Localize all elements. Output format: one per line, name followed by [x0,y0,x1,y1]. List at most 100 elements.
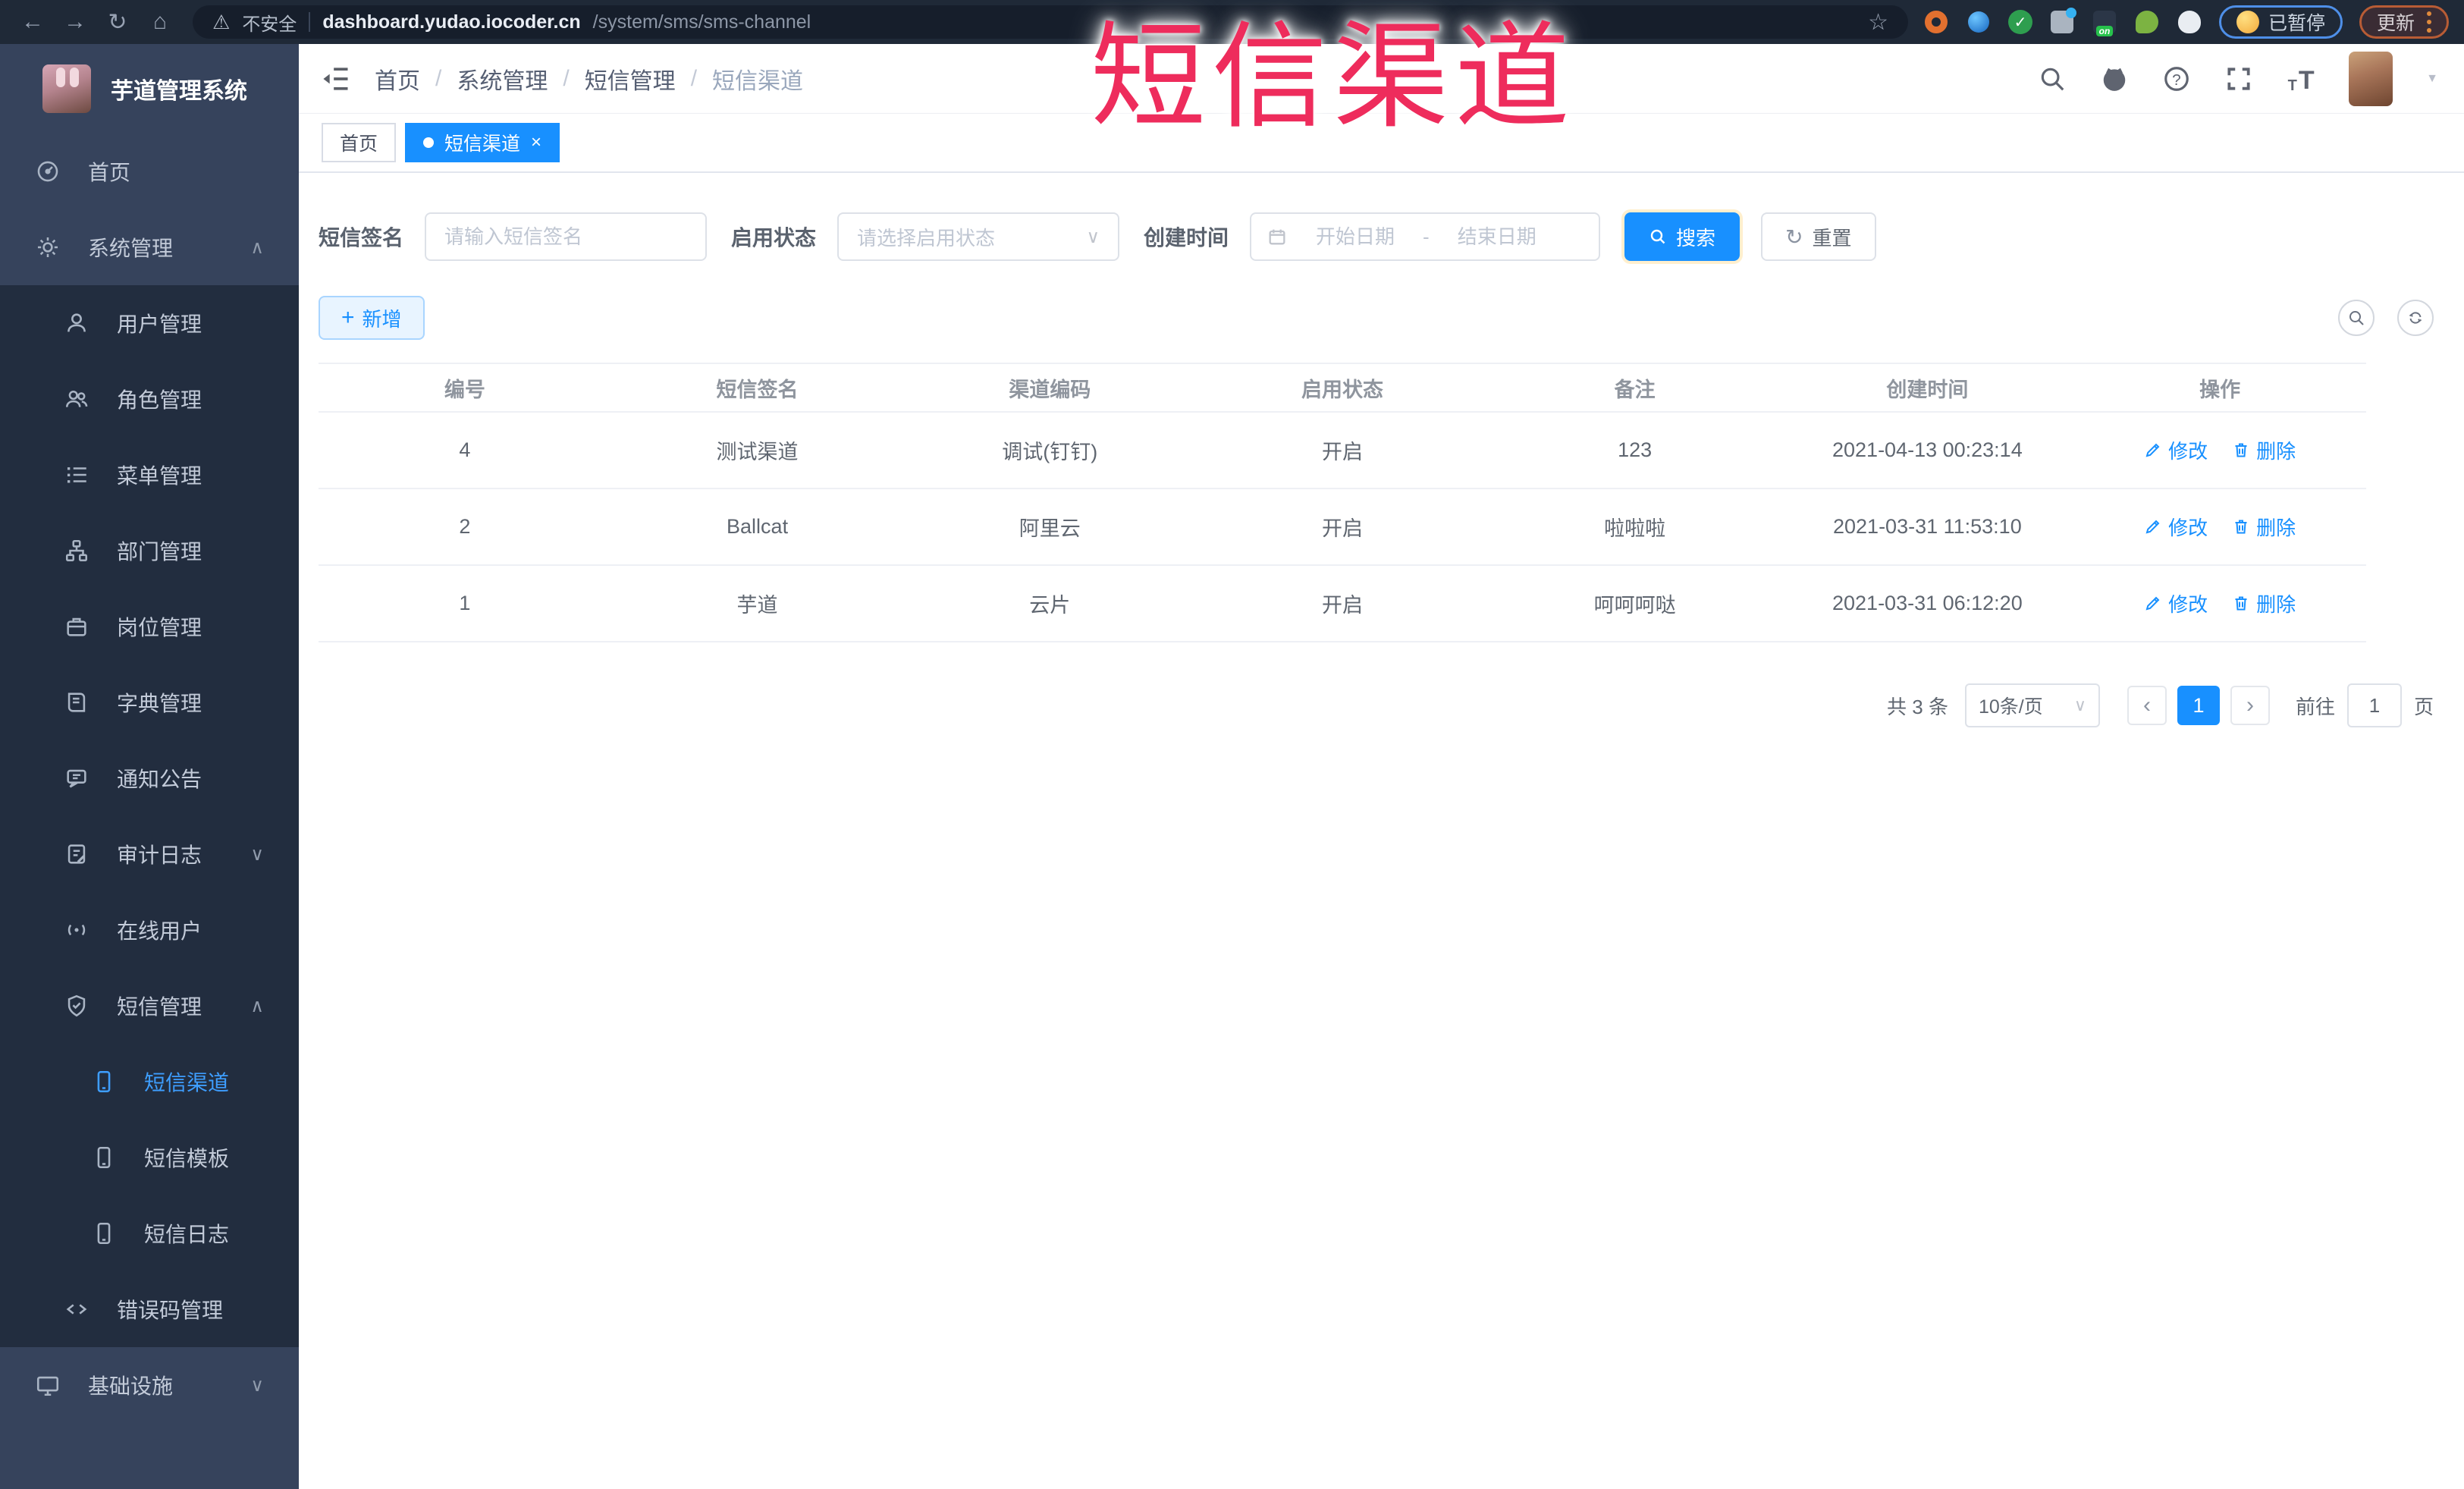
refresh-table-button[interactable] [2397,300,2434,336]
search-button[interactable]: 搜索 [1624,212,1740,261]
log-icon [64,841,94,867]
status-label: 启用状态 [731,226,817,250]
toggle-search-button[interactable] [2338,300,2375,336]
sidebar-item[interactable]: 首页 [0,134,299,209]
extension-icon-leaf[interactable] [2134,9,2160,35]
edit-link[interactable]: 修改 [2144,436,2208,464]
table-cell-code: 调试(钉钉) [903,412,1197,489]
sidebar-item[interactable]: 短信管理 ∧ [0,968,299,1044]
table-cell-created: 2021-04-13 00:23:14 [1781,412,2074,489]
online-icon [64,917,94,943]
sidebar-collapse-icon[interactable] [319,62,352,96]
security-label[interactable]: 不安全 [242,9,297,36]
delete-link[interactable]: 删除 [2232,436,2296,464]
prev-page-button[interactable]: ‹ [2127,686,2167,725]
sidebar-item[interactable]: 基础设施 ∨ [0,1347,299,1423]
bookmark-star-icon[interactable]: ☆ [1868,9,1888,36]
column-header: 渠道编码 [903,363,1197,413]
help-icon[interactable]: ? [2162,64,2191,93]
url-host: dashboard.yudao.iocoder.cn [322,11,581,33]
page-number-1[interactable]: 1 [2177,686,2220,725]
sidebar-item[interactable]: 错误码管理 [0,1271,299,1347]
sidebar-item-label: 用户管理 [117,313,202,336]
extension-icon-check[interactable]: ✓ [2007,10,2032,34]
breadcrumb-home[interactable]: 首页 [375,62,420,96]
sidebar-item[interactable]: 系统管理 ∧ [0,209,299,285]
browser-extensions: ✓ on 已暂停 更新 [1923,5,2449,39]
fullscreen-icon[interactable] [2224,64,2253,93]
date-range-picker[interactable]: - [1250,212,1601,261]
sidebar-item[interactable]: 短信日志 [0,1195,299,1271]
reset-button[interactable]: ↻ 重置 [1761,212,1876,261]
extension-icon-people[interactable] [2049,9,2075,35]
add-button[interactable]: + 新增 [319,296,425,340]
avatar-dropdown-icon[interactable]: ▼ [2426,72,2438,86]
paused-label: 已暂停 [2268,13,2325,34]
dashboard-icon [35,159,65,184]
sidebar-item[interactable]: 角色管理 [0,361,299,437]
breadcrumb-sms[interactable]: 短信管理 [585,62,676,96]
browser-update-button[interactable]: 更新 [2359,5,2449,39]
tab-sms-channel[interactable]: 短信渠道 × [405,123,560,162]
extension-icon-orange[interactable] [1923,9,1949,35]
date-start-input[interactable] [1298,225,1413,249]
plus-icon: + [341,305,355,330]
delete-link[interactable]: 删除 [2232,589,2296,617]
table-cell-actions: 修改 删除 [2073,412,2366,489]
sidebar-item[interactable]: 用户管理 [0,285,299,361]
next-page-button[interactable]: › [2230,686,2270,725]
column-header: 备注 [1488,363,1781,413]
app-logo-row[interactable]: 芋道管理系统 [0,44,299,134]
chevron-down-icon: ∨ [250,843,264,865]
sidebar-item[interactable]: 通知公告 [0,740,299,816]
user-avatar[interactable] [2349,51,2393,106]
browser-back-button[interactable]: ← [15,5,50,39]
browser-forward-button[interactable]: → [58,5,93,39]
sidebar-item-label: 通知公告 [117,768,202,791]
column-header: 操作 [2073,363,2366,413]
sidebar-item[interactable]: 在线用户 [0,892,299,968]
sign-input[interactable] [425,212,708,261]
sidebar-item[interactable]: 部门管理 [0,513,299,589]
sidebar-item[interactable]: 菜单管理 [0,437,299,513]
sidebar-item[interactable]: 审计日志 ∨ [0,816,299,892]
edit-link[interactable]: 修改 [2144,589,2208,617]
svg-text:?: ? [2172,71,2180,88]
book-icon [64,690,94,715]
browser-home-button[interactable]: ⌂ [143,5,177,39]
sidebar-item-label: 短信渠道 [144,1071,230,1095]
search-icon[interactable] [2038,64,2067,93]
table-cell-sign: 测试渠道 [611,412,904,489]
table-cell-sign: Ballcat [611,488,904,566]
sidebar-item[interactable]: 字典管理 [0,664,299,740]
tab-home[interactable]: 首页 [322,123,397,162]
tab-close-icon[interactable]: × [531,134,541,152]
sidebar-item[interactable]: 岗位管理 [0,589,299,664]
date-end-input[interactable] [1439,225,1554,249]
extension-icon-switch[interactable]: on [2092,9,2117,36]
table-cell-status: 开启 [1196,488,1489,566]
extension-icon-ghost[interactable] [2177,9,2202,35]
browser-reload-button[interactable]: ↻ [100,5,135,39]
sidebar-item[interactable]: 短信渠道 [0,1044,299,1120]
delete-link[interactable]: 删除 [2232,513,2296,541]
paused-extension-badge[interactable]: 已暂停 [2218,5,2343,39]
url-path: /system/sms/sms-channel [592,11,811,33]
status-select[interactable]: 请选择启用状态 ∨ [837,212,1120,261]
browser-topbar: ← → ↻ ⌂ ⚠ 不安全 dashboard.yudao.iocoder.cn… [0,0,2464,44]
browser-menu-icon[interactable] [2427,11,2431,33]
page-size-select[interactable]: 10条/页 ∨ [1964,683,2100,727]
breadcrumb: 首页 / 系统管理 / 短信管理 / 短信渠道 [375,62,803,96]
address-bar[interactable]: ⚠ 不安全 dashboard.yudao.iocoder.cn /system… [193,5,1908,39]
breadcrumb-system[interactable]: 系统管理 [457,62,548,96]
chevron-down-icon: ∨ [1086,226,1100,247]
github-icon[interactable] [2100,64,2129,93]
user-icon [64,310,94,336]
goto-page-input[interactable] [2346,683,2402,727]
refresh-icon: ↻ [1785,225,1803,249]
edit-link[interactable]: 修改 [2144,513,2208,541]
sidebar-item[interactable]: 短信模板 [0,1120,299,1195]
sidebar-item-label: 字典管理 [117,692,202,715]
font-size-icon[interactable]: TT [2287,64,2315,93]
extension-icon-pin[interactable] [1966,9,1992,35]
